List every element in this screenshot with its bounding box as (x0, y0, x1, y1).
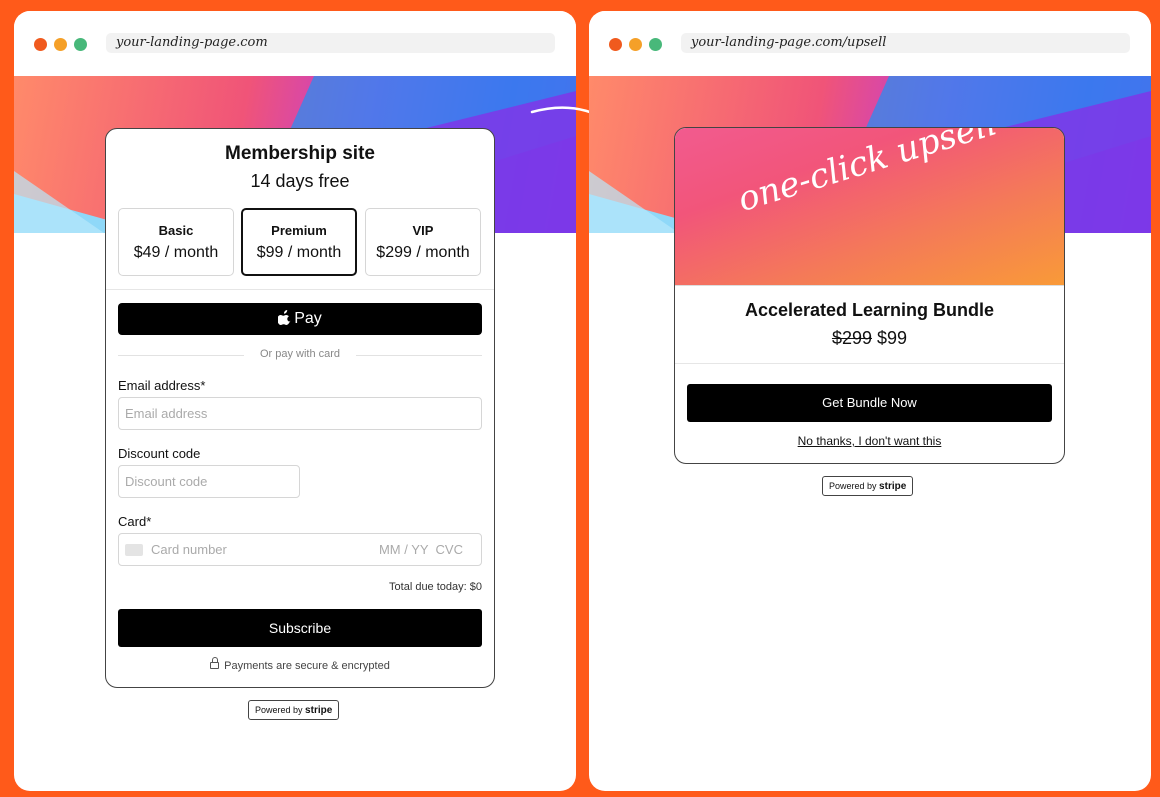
old-price: $299 (831, 328, 872, 348)
plan-price: $299 / month (376, 244, 470, 261)
email-field[interactable]: Email address (118, 397, 482, 430)
plan-name: Premium (271, 223, 327, 238)
plan-option-vip[interactable]: VIP $299 / month (365, 208, 481, 276)
powered-by-stripe-badge[interactable]: Powered by stripe (248, 700, 340, 720)
plan-price: $99 / month (256, 244, 342, 261)
powered-by-text: Powered by (255, 705, 303, 715)
discount-label: Discount code (118, 446, 201, 461)
expiry-cvc-placeholder[interactable]: MM / YY CVC (379, 534, 463, 565)
plan-name: Basic (158, 223, 194, 238)
new-price: $99 (877, 328, 908, 348)
discount-placeholder: Discount code (125, 474, 208, 489)
or-pay-divider: Or pay with card (118, 348, 482, 362)
lock-icon (210, 657, 220, 669)
email-label-text: Email address (118, 378, 201, 393)
card-label-text: Card (118, 514, 147, 529)
maximize-dot[interactable] (74, 38, 87, 51)
browser-window-landing: your-landing-page.com Membership site 14… (14, 11, 576, 791)
bundle-title: Accelerated Learning Bundle (744, 300, 995, 320)
secure-text: Payments are secure & encrypted (224, 660, 390, 672)
stripe-logo: stripe (879, 481, 907, 492)
maximize-dot[interactable] (649, 38, 662, 51)
close-dot[interactable] (34, 38, 47, 51)
upsell-image: one-click upsell (675, 128, 1064, 285)
get-bundle-button[interactable]: Get Bundle Now (687, 384, 1052, 422)
minimize-dot[interactable] (54, 38, 67, 51)
divider-line (356, 355, 482, 356)
total-due: Total due today: $0 (389, 581, 482, 593)
email-placeholder: Email address (125, 406, 208, 421)
powered-by-stripe-badge[interactable]: Powered by stripe (822, 476, 914, 496)
apple-icon (277, 309, 291, 329)
divider (106, 289, 494, 290)
or-pay-text: Or pay with card (259, 348, 341, 360)
card-number-placeholder: Card number (151, 542, 227, 557)
browser-chrome: your-landing-page.com (14, 11, 576, 76)
browser-chrome: your-landing-page.com/upsell (589, 11, 1151, 76)
plan-option-premium[interactable]: Premium $99 / month (241, 208, 357, 276)
checkout-card: Membership site 14 days free Basic $49 /… (105, 128, 495, 688)
close-dot[interactable] (609, 38, 622, 51)
upsell-image-text: one-click upsell (733, 128, 1002, 220)
divider (675, 285, 1064, 286)
discount-field[interactable]: Discount code (118, 465, 300, 498)
card-number-field[interactable]: Card number MM / YY CVC (118, 533, 482, 566)
secure-note: Payments are secure & encrypted (106, 657, 494, 672)
apple-pay-label: Pay (294, 310, 322, 327)
plan-price: $49 / month (133, 244, 219, 261)
required-mark: * (200, 378, 206, 393)
required-mark: * (146, 514, 152, 529)
divider (675, 363, 1064, 364)
upsell-card: one-click upsell Accelerated Learning Bu… (674, 127, 1065, 464)
address-bar[interactable]: your-landing-page.com (106, 33, 555, 53)
subscribe-button[interactable]: Subscribe (118, 609, 482, 647)
bundle-price: $299 $99 (675, 328, 1064, 349)
apple-pay-button[interactable]: Pay (118, 303, 482, 335)
card-label: Card* (118, 514, 151, 529)
minimize-dot[interactable] (629, 38, 642, 51)
decline-link[interactable]: No thanks, I don't want this (675, 434, 1064, 448)
card-subtitle: 14 days free (250, 171, 350, 191)
powered-by-text: Powered by (829, 481, 877, 491)
browser-window-upsell: your-landing-page.com/upsell one-click u… (589, 11, 1151, 791)
address-bar[interactable]: your-landing-page.com/upsell (681, 33, 1130, 53)
plan-option-basic[interactable]: Basic $49 / month (118, 208, 234, 276)
card-title: Membership site (225, 143, 375, 164)
plan-name: VIP (412, 223, 434, 238)
credit-card-icon (125, 543, 143, 556)
stripe-logo: stripe (305, 705, 333, 716)
email-label: Email address* (118, 378, 205, 393)
